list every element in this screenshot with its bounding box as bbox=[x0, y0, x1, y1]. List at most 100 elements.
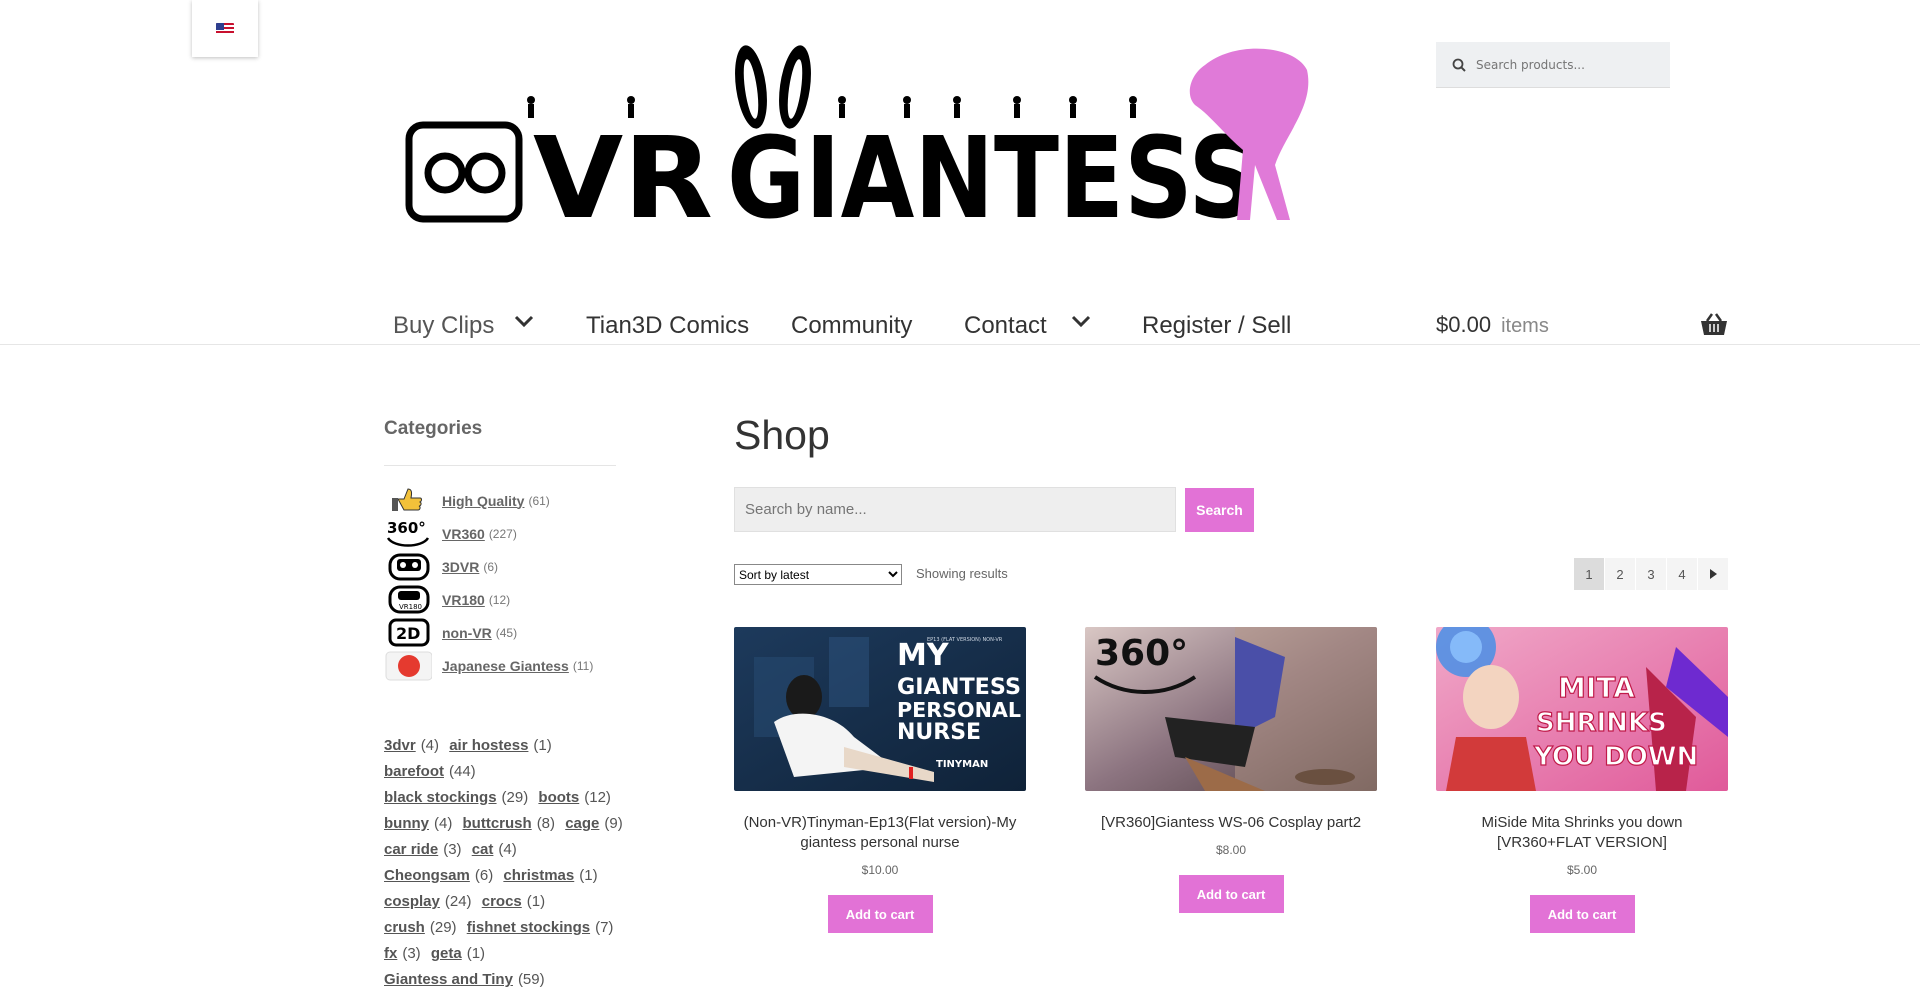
category-link[interactable]: High Quality bbox=[442, 493, 524, 509]
result-count: Showing results bbox=[916, 566, 1008, 581]
basket-icon[interactable] bbox=[1700, 312, 1728, 336]
product-card: 360° [VR360]Giantess WS-06 Cosplay part2… bbox=[1085, 627, 1377, 913]
category-item-3dvr[interactable]: 3DVR (6) bbox=[384, 550, 593, 583]
arrow-right-icon bbox=[1710, 569, 1717, 579]
product-title[interactable]: MiSide Mita Shrinks you down [VR360+FLAT… bbox=[1436, 813, 1728, 853]
svg-text:GIANTESS: GIANTESS bbox=[727, 114, 1257, 225]
tag-link[interactable]: cat bbox=[472, 841, 494, 858]
thumbs-up-icon bbox=[384, 485, 434, 516]
tag-link[interactable]: boots bbox=[538, 789, 579, 806]
category-item-japanese-giantess[interactable]: Japanese Giantess (11) bbox=[384, 649, 593, 682]
page-2[interactable]: 2 bbox=[1605, 558, 1636, 590]
tag-link[interactable]: black stockings bbox=[384, 789, 497, 806]
tag-count: (29) bbox=[429, 919, 457, 936]
name-search-input[interactable] bbox=[734, 487, 1176, 532]
tag-line: Giantess and Tiny (59) bbox=[384, 967, 634, 993]
tag-link[interactable]: car ride bbox=[384, 841, 438, 858]
tag-count: (1) bbox=[466, 945, 486, 962]
tag-link[interactable]: fishnet stockings bbox=[467, 919, 590, 936]
tag-count: (24) bbox=[444, 893, 472, 910]
tag-link[interactable]: crush bbox=[384, 919, 425, 936]
category-count: (61) bbox=[528, 493, 550, 508]
tag-count: (8) bbox=[536, 815, 556, 832]
category-item-high-quality[interactable]: High Quality (61) bbox=[384, 484, 593, 517]
thumb-brand: TINYMAN bbox=[936, 759, 988, 770]
page-3[interactable]: 3 bbox=[1636, 558, 1667, 590]
tag-link[interactable]: bunny bbox=[384, 815, 429, 832]
thumb-text: SHRINKS bbox=[1536, 708, 1667, 738]
svg-text:VR180: VR180 bbox=[399, 603, 422, 611]
language-switcher[interactable] bbox=[192, 0, 258, 57]
add-to-cart-button[interactable]: Add to cart bbox=[1529, 895, 1635, 933]
category-link[interactable]: Japanese Giantess bbox=[442, 658, 569, 674]
product-image[interactable]: 360° bbox=[1085, 627, 1377, 791]
product-card: MY GIANTESS PERSONAL NURSE TINYMAN EP13 … bbox=[734, 627, 1026, 933]
next-page-button[interactable] bbox=[1698, 558, 1729, 590]
nav-tian3d-comics[interactable]: Tian3D Comics bbox=[586, 312, 749, 340]
page-1[interactable]: 1 bbox=[1574, 558, 1605, 590]
360-icon: 360° bbox=[384, 518, 434, 549]
nav-community[interactable]: Community bbox=[791, 312, 912, 340]
tag-count: (4) bbox=[434, 815, 453, 832]
svg-text:2D: 2D bbox=[396, 624, 420, 643]
category-item-vr360[interactable]: 360° VR360 (227) bbox=[384, 517, 593, 550]
product-title[interactable]: [VR360]Giantess WS-06 Cosplay part2 bbox=[1085, 813, 1377, 833]
nav-contact[interactable]: Contact bbox=[964, 312, 1047, 340]
tag-link[interactable]: Cheongsam bbox=[384, 867, 470, 884]
category-count: (11) bbox=[572, 658, 594, 673]
svg-text:VR: VR bbox=[533, 114, 713, 225]
category-count: (227) bbox=[488, 526, 517, 541]
chevron-down-icon[interactable] bbox=[1071, 314, 1091, 328]
category-link[interactable]: non-VR bbox=[442, 625, 492, 641]
tag-link[interactable]: 3dvr bbox=[384, 737, 416, 754]
search-button[interactable]: Search bbox=[1185, 488, 1254, 532]
tag-count: (1) bbox=[579, 867, 598, 884]
sort-select[interactable]: Sort by latest bbox=[734, 564, 902, 585]
tag-link[interactable]: barefoot bbox=[384, 763, 444, 780]
category-link[interactable]: VR360 bbox=[442, 526, 485, 542]
cart-amount: $0.00 bbox=[1436, 312, 1492, 337]
add-to-cart-button[interactable]: Add to cart bbox=[827, 895, 933, 933]
2d-icon: 2D bbox=[384, 617, 434, 648]
thumb-text: 360° bbox=[1095, 633, 1188, 674]
tag-link[interactable]: buttcrush bbox=[463, 815, 532, 832]
tag-link[interactable]: cage bbox=[565, 815, 599, 832]
category-item-non-vr[interactable]: 2D non-VR (45) bbox=[384, 616, 593, 649]
product-image[interactable]: MITA SHRINKS YOU DOWN bbox=[1436, 627, 1728, 791]
nav-register-sell[interactable]: Register / Sell bbox=[1142, 312, 1291, 340]
add-to-cart-button[interactable]: Add to cart bbox=[1178, 875, 1284, 913]
tag-link[interactable]: crocs bbox=[482, 893, 522, 910]
product-image[interactable]: MY GIANTESS PERSONAL NURSE TINYMAN EP13 … bbox=[734, 627, 1026, 791]
pagination: 1 2 3 4 bbox=[1574, 558, 1729, 590]
tag-count: (12) bbox=[584, 789, 611, 806]
tag-count: (59) bbox=[517, 971, 545, 988]
product-title[interactable]: (Non-VR)Tinyman-Ep13(Flat version)-My gi… bbox=[734, 813, 1026, 853]
tag-line: cosplay (24) crocs (1) bbox=[384, 889, 634, 915]
product-price: $10.00 bbox=[861, 863, 899, 877]
tag-count: (9) bbox=[604, 815, 623, 832]
product-search-input[interactable] bbox=[1476, 57, 1666, 72]
thumb-subtitle: EP13 (FLAT VERSION) NON-VR bbox=[927, 637, 1003, 643]
search-icon bbox=[1452, 58, 1466, 72]
tag-count: (29) bbox=[501, 789, 529, 806]
category-link[interactable]: 3DVR bbox=[442, 559, 479, 575]
tag-count: (6) bbox=[474, 867, 494, 884]
category-link[interactable]: VR180 bbox=[442, 592, 485, 608]
thumb-text: MITA bbox=[1558, 671, 1635, 704]
categories-title: Categories bbox=[384, 418, 483, 439]
tag-link[interactable]: fx bbox=[384, 945, 397, 962]
tag-link[interactable]: Giantess and Tiny bbox=[384, 971, 513, 988]
page-4[interactable]: 4 bbox=[1667, 558, 1698, 590]
product-search-box[interactable] bbox=[1436, 42, 1670, 88]
tag-link[interactable]: christmas bbox=[503, 867, 574, 884]
cart-summary[interactable]: $0.00 items bbox=[1436, 312, 1549, 338]
tag-link[interactable]: geta bbox=[431, 945, 462, 962]
chevron-down-icon[interactable] bbox=[514, 314, 534, 328]
tag-link[interactable]: cosplay bbox=[384, 893, 440, 910]
thumb-text: PERSONAL bbox=[897, 698, 1021, 722]
tag-link[interactable]: air hostess bbox=[449, 737, 528, 754]
site-logo[interactable]: VR GIANTESS bbox=[405, 45, 1355, 244]
tag-count: (4) bbox=[420, 737, 440, 754]
category-item-vr180[interactable]: VR180 VR180 (12) bbox=[384, 583, 593, 616]
nav-buy-clips[interactable]: Buy Clips bbox=[393, 312, 494, 340]
